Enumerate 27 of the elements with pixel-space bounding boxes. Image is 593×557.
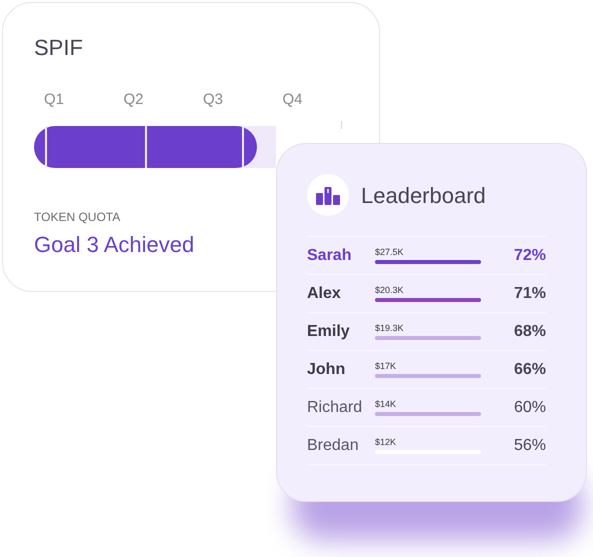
quarter-label: Q1 — [44, 91, 64, 108]
amount-label: $20.3K — [375, 286, 405, 294]
quota-value: Goal 3 Achieved — [34, 230, 194, 258]
percent-value: 72% — [514, 246, 546, 266]
percent-value: 66% — [514, 360, 546, 380]
player-name: Alex — [307, 284, 342, 304]
quarter-label: Q3 — [203, 91, 224, 108]
player-name: Emily — [307, 322, 351, 342]
leaderboard-title: Leaderboard — [361, 182, 486, 210]
amount-label: $14K — [375, 400, 398, 408]
amount-label: $12K — [375, 438, 398, 446]
percent-value: 68% — [514, 322, 546, 342]
quota-label: TOKEN QUOTA — [34, 208, 122, 226]
amount-label: $17K — [375, 362, 398, 370]
quarter-label: Q2 — [124, 91, 144, 108]
percent-value: 56% — [514, 436, 546, 456]
percent-value: 60% — [514, 398, 546, 418]
player-name: Richard — [307, 398, 364, 418]
player-name: Bredan — [307, 436, 360, 456]
amount-label: $27.5K — [375, 248, 405, 256]
podium-icon — [307, 174, 349, 216]
quarter-label: Q4 — [282, 91, 303, 108]
percent-value: 71% — [514, 284, 546, 304]
player-name: John — [307, 360, 346, 380]
player-name: Sarah — [307, 246, 352, 266]
card-title: SPIF — [34, 37, 84, 59]
amount-label: $19.3K — [375, 324, 405, 332]
